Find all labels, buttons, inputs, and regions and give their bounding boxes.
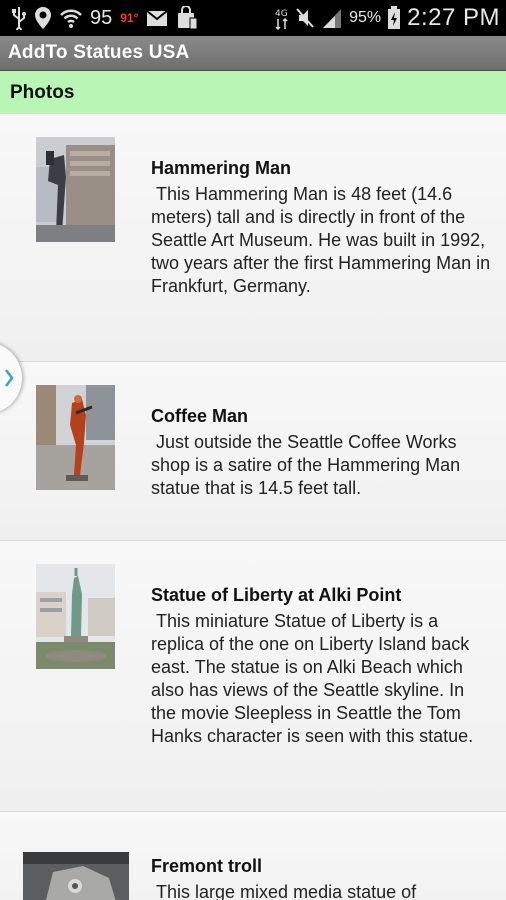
notification-count: 95 (90, 6, 113, 29)
fremont-troll-photo (23, 852, 129, 900)
signal-icon (321, 7, 343, 29)
app-screen: 95 91° 4G 95% 2:27 PM AddTo Statues USA … (0, 0, 506, 900)
statue-list: Hammering Man This Hammering Man is 48 f… (0, 114, 506, 900)
svg-text:4G: 4G (275, 9, 288, 19)
item-description: This Hammering Man is 48 feet (14.6 mete… (151, 184, 496, 296)
temperature-text: 91° (120, 11, 139, 25)
item-title: Hammering Man (151, 158, 292, 178)
list-item[interactable]: Coffee Man Just outside the Seattle Coff… (0, 362, 506, 541)
status-bar: 95 91° 4G 95% 2:27 PM (0, 0, 506, 36)
coffee-man-photo (36, 385, 115, 490)
clock: 2:27 PM (407, 4, 500, 31)
action-bar: AddTo Statues USA (0, 36, 506, 71)
location-icon (34, 6, 52, 30)
wifi-icon (60, 7, 82, 29)
mute-icon (295, 7, 315, 29)
sim-icon: 4G (275, 6, 289, 30)
hammering-man-photo (36, 137, 115, 242)
usb-icon (12, 6, 26, 30)
item-title: Coffee Man (151, 406, 249, 426)
item-description: This large mixed media statue of (151, 882, 417, 900)
item-title: Fremont troll (151, 856, 262, 876)
battery-icon (387, 6, 401, 30)
statue-of-liberty-photo (36, 564, 115, 669)
list-item[interactable]: Hammering Man This Hammering Man is 48 f… (0, 114, 506, 362)
app-title: AddTo Statues USA (8, 42, 190, 63)
item-description: Just outside the Seattle Coffee Works sh… (151, 432, 466, 498)
chevron-right-icon (4, 368, 14, 388)
item-description: This miniature Statue of Liberty is a re… (151, 611, 475, 746)
section-title: Photos (10, 81, 75, 103)
item-title: Statue of Liberty at Alki Point (151, 585, 402, 605)
gmail-icon (146, 9, 169, 27)
section-header: Photos (0, 71, 506, 114)
list-item[interactable]: Statue of Liberty at Alki Point This min… (0, 541, 506, 812)
list-item[interactable]: Fremont troll This large mixed media sta… (0, 812, 506, 900)
battery-percent: 95% (349, 9, 382, 26)
store-icon (176, 6, 198, 30)
